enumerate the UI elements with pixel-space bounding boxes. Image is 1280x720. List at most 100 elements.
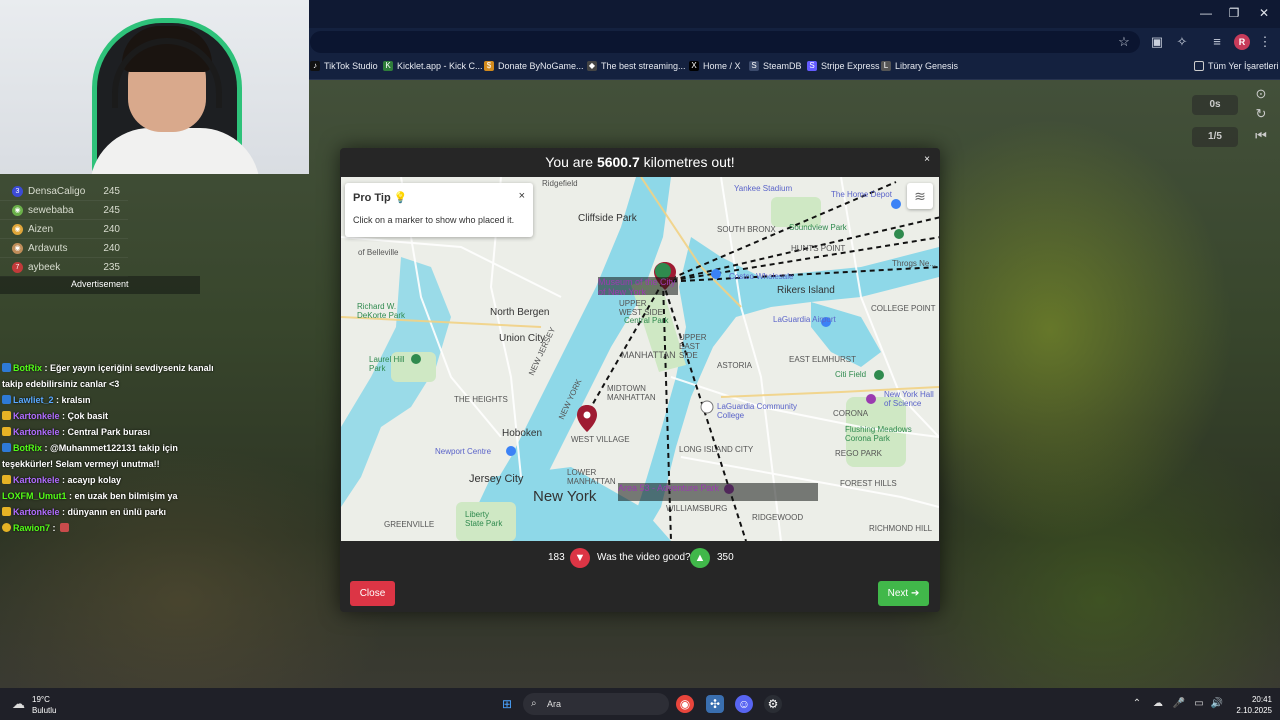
pro-tip-title: Pro Tip 💡 [353,192,408,204]
pro-tip-text: Click on a marker to show who placed it. [353,215,515,225]
map-label: Cliffside Park [578,213,637,224]
bookmark-star-icon[interactable]: ☆ [1115,33,1133,51]
windows-taskbar: ☁ 19°C Bulutlu ⊞ ⌕ Ara ◉ ✣ ☺ ⚙ ⌃ ☁ 🎤 ▭ 🔊… [0,688,1280,720]
address-bar[interactable] [310,31,1140,53]
map-label: UPPER WEST SIDE [619,299,663,317]
network-app-icon[interactable]: ✣ [706,695,724,713]
chat-message: BotRix : @Muhammet122131 takip için teşe… [0,440,230,472]
donate-icon: $ [484,61,494,71]
window-close-icon[interactable]: ✕ [1254,6,1274,20]
close-button[interactable]: Close [350,581,395,606]
modal-close-icon[interactable]: × [924,154,930,165]
bookmark-kicklet[interactable]: K Kicklet.app - Kick C... [383,61,483,71]
map-label: HUNTS POINT [791,244,846,253]
next-button[interactable]: Next ➔ [878,581,929,606]
map-label: Liberty State Park [465,510,503,528]
leaderboard-name: Ardavuts [28,243,68,254]
pro-tip-close-icon[interactable]: × [519,190,525,202]
start-windows-icon[interactable]: ⊞ [498,695,516,713]
result-distance: 5600.7 [596,154,640,170]
chat-message: BotRix : Eğer yayın içeriğini sevdiyseni… [0,360,230,392]
chat-username: Rawion7 [13,523,51,533]
dislike-count: 183 [548,552,565,563]
bookmark-tiktok[interactable]: ♪ TikTok Studio [310,61,378,71]
result-title: You are 5600.7 kilometres out! [340,148,940,176]
leaderboard: 3 DensaCaligo 245 ◉ sewebaba 245 ◉ Aizen… [0,182,128,277]
thumbs-up-icon[interactable]: ▲ [690,548,710,568]
bot-badge-icon [2,443,11,452]
weather-desc: Bulutlu [32,706,57,715]
map-label: Hoboken [502,428,543,439]
discord-icon[interactable]: ☺ [735,695,753,713]
map-label: Yankee Stadium [734,184,793,193]
extensions-icon[interactable]: ✧ [1173,33,1191,51]
bookmark-x[interactable]: X Home / X [689,61,741,71]
stripe-icon: S [807,61,817,71]
reset-icon[interactable]: ↻ [1252,105,1270,123]
sub-badge-icon [2,427,11,436]
chrome-icon[interactable]: ◉ [676,695,694,713]
bookmark-steamdb[interactable]: S SteamDB [749,61,802,71]
restore-icon[interactable]: ❐ [1224,6,1244,20]
result-map[interactable]: ≋ Ridgefield Yankee Stadium The Home Dep… [341,177,939,541]
bookmark-stripe[interactable]: S Stripe Express [807,61,880,71]
leaderboard-points: 240 [103,224,120,235]
media-queue-icon[interactable]: ≡ [1208,33,1226,51]
map-layers-icon[interactable]: ≋ [907,183,933,209]
back-to-start-icon[interactable]: ⏮ [1252,127,1270,145]
map-label: LaGuardia Airport [773,315,836,324]
map-label: LaGuardia Community College [717,402,798,420]
all-bookmarks-folder[interactable]: Tüm Yer İşaretleri [1194,61,1279,71]
weather-widget[interactable]: 19°C Bulutlu [32,694,56,716]
map-label: LONG ISLAND CITY [679,445,754,454]
rank-badge: 3 [12,186,23,197]
chat-username: Kartonkele [13,411,60,421]
tray-cloud-icon[interactable]: ☁ [1151,697,1165,711]
profile-avatar[interactable]: R [1234,34,1250,50]
leaderboard-name: DensaCaligo [28,186,86,197]
map-label: Costco Wholesale [729,272,794,281]
map-label: MIDTOWN MANHATTAN [607,384,656,402]
map-label: Jersey City [469,473,524,485]
advertisement-label: Advertisement [71,279,129,289]
steam-icon[interactable]: ⚙ [764,695,782,713]
tray-chevron-icon[interactable]: ⌃ [1130,697,1144,711]
map-label: LOWER MANHATTAN [567,468,616,486]
chat-username: BotRix [13,363,42,373]
video-vote-bar: 183 ▼ Was the video good? ▲ 350 [340,544,940,574]
chat-message: Kartonkele : Çok basit [0,408,230,424]
translate-icon[interactable]: ▣ [1148,33,1166,51]
leaderboard-name: aybeek [28,262,61,273]
menu-kebab-icon[interactable]: ⋮ [1256,33,1274,51]
map-label: THE HEIGHTS [454,395,508,404]
map-label: New York Hall of Science [884,390,934,408]
round-counter: 1/5 [1192,127,1238,147]
compass-icon[interactable]: ⊙ [1252,85,1270,103]
chat-username: Kartonkele [13,475,60,485]
map-label: WEST VILLAGE [571,435,630,444]
display-icon[interactable]: ▭ [1192,697,1206,711]
chat-username: Kartonkele [13,507,60,517]
map-label: WILLIAMSBURG [666,504,728,513]
tiktok-icon: ♪ [310,61,320,71]
x-icon: X [689,61,699,71]
minimize-icon[interactable]: — [1196,6,1216,20]
map-label: FOREST HILLS [840,479,897,488]
taskbar-clock[interactable]: 20:41 2.10.2025 [1228,694,1272,716]
bookmark-library-genesis[interactable]: L Library Genesis [881,61,958,71]
library-icon: L [881,61,891,71]
bookmark-donate[interactable]: $ Donate ByNoGame... [484,61,584,71]
round-timer: 0s [1192,95,1238,115]
map-label: REGO PARK [835,449,882,458]
map-label: CORONA [833,409,869,418]
round-result-modal: You are 5600.7 kilometres out! × ≋ Ridge… [340,148,940,612]
thumbs-down-icon[interactable]: ▼ [570,548,590,568]
bot-badge-icon [2,363,11,372]
bookmark-streaming[interactable]: ◆ The best streaming... [587,61,686,71]
taskbar-search[interactable]: ⌕ Ara [523,693,669,715]
volume-icon[interactable]: 🔊 [1210,697,1224,711]
map-label: of Belleville [358,248,399,257]
microphone-icon[interactable]: 🎤 [1172,697,1186,711]
weather-icon[interactable]: ☁ [12,696,25,712]
rank-badge: ◉ [12,224,23,235]
